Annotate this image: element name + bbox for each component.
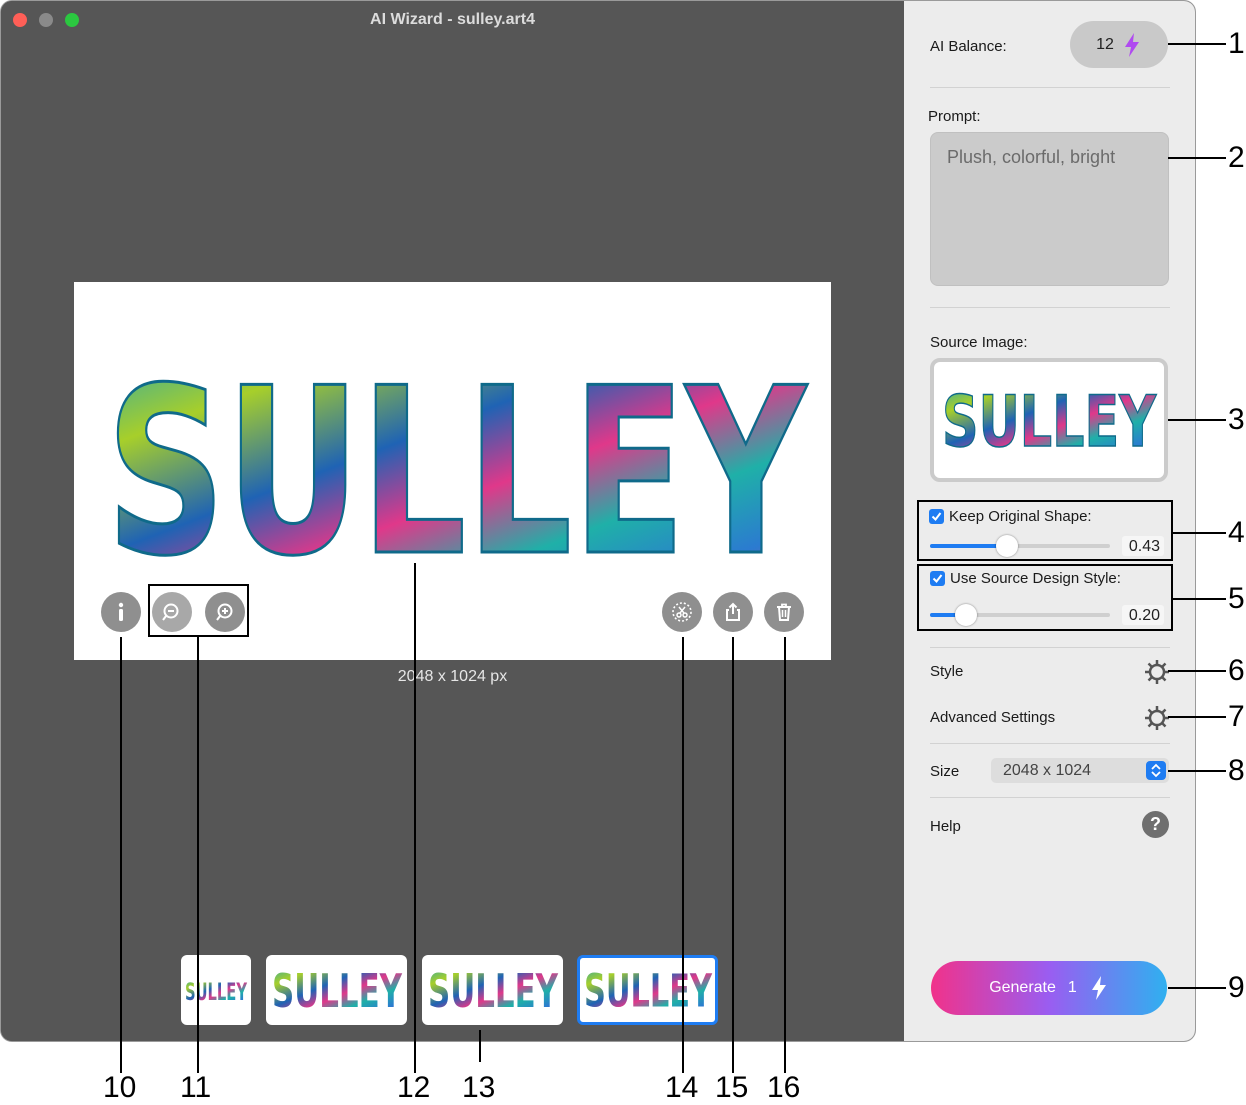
- style-gear-icon[interactable]: [1144, 659, 1170, 685]
- generated-image: SULLEY: [105, 362, 810, 562]
- preview-area: AI Wizard - sulley.art4 SULLEY 2048 x 10…: [1, 1, 904, 1041]
- thumbnail-3[interactable]: SULLEY: [422, 955, 563, 1025]
- image-dimensions: 2048 x 1024 px: [397, 668, 508, 685]
- help-label: Help: [930, 818, 961, 835]
- callout-2: 2: [1228, 141, 1245, 174]
- info-icon: [118, 602, 124, 621]
- divider: [930, 743, 1170, 744]
- source-style-slider-knob[interactable]: [955, 604, 977, 626]
- thumbnail-text: SULLEY: [428, 965, 558, 1015]
- advanced-gear-icon[interactable]: [1144, 705, 1170, 731]
- source-style-label: Use Source Design Style:: [950, 570, 1121, 587]
- share-icon: [726, 602, 740, 621]
- ai-balance-label: AI Balance:: [930, 38, 1007, 55]
- callout-1: 1: [1228, 27, 1245, 60]
- ai-balance-value: 12: [1096, 35, 1114, 53]
- lightning-icon: [1091, 976, 1106, 1000]
- size-select[interactable]: 2048 x 1024: [991, 758, 1169, 783]
- callout-9: 9: [1228, 971, 1245, 1004]
- thumbnail-text: SULLEY: [185, 978, 247, 1006]
- advanced-settings-label: Advanced Settings: [930, 709, 1056, 726]
- prompt-input[interactable]: Plush, colorful, bright: [930, 132, 1169, 286]
- thumbnail-4-selected[interactable]: SULLEY: [577, 955, 718, 1025]
- app-window: AI Wizard - sulley.art4 SULLEY 2048 x 10…: [0, 0, 1196, 1042]
- keep-shape-slider[interactable]: [930, 535, 1110, 557]
- source-image-text: SULLEY: [942, 381, 1157, 460]
- zoom-in-icon: [216, 603, 233, 621]
- checkmark-icon: [932, 574, 943, 584]
- source-image: SULLEY: [941, 380, 1157, 460]
- prompt-label: Prompt:: [928, 108, 981, 125]
- divider: [930, 87, 1170, 88]
- generate-cost: 1: [1067, 979, 1077, 996]
- ai-balance-button[interactable]: 12: [1070, 21, 1168, 68]
- callout-7: 7: [1228, 700, 1245, 733]
- callout-4: 4: [1228, 516, 1245, 549]
- help-icon[interactable]: ?: [1142, 811, 1169, 838]
- callout-6: 6: [1228, 654, 1245, 687]
- thumbnail-text: SULLEY: [583, 965, 712, 1015]
- zoom-out-button[interactable]: [152, 592, 192, 632]
- style-label: Style: [930, 663, 964, 680]
- source-style-value[interactable]: 0.20: [1122, 605, 1164, 625]
- generate-label: Generate: [989, 979, 1056, 996]
- zoom-out-icon: [162, 603, 179, 621]
- thumbnail-2[interactable]: SULLEY: [266, 955, 407, 1025]
- callout-8: 8: [1228, 754, 1245, 787]
- zoom-in-button[interactable]: [205, 592, 245, 632]
- art-text: SULLEY: [106, 362, 808, 562]
- generate-button[interactable]: Generate 1: [931, 961, 1167, 1015]
- keep-shape-checkbox[interactable]: [929, 509, 944, 524]
- chevron-updown-icon: [1146, 761, 1166, 780]
- size-label: Size: [930, 763, 960, 780]
- remove-background-button[interactable]: [662, 592, 702, 632]
- source-style-checkbox[interactable]: [930, 571, 945, 586]
- thumbnail-1[interactable]: SULLEY: [181, 955, 251, 1025]
- divider: [930, 307, 1170, 308]
- delete-button[interactable]: [764, 592, 804, 632]
- source-style-slider[interactable]: [930, 604, 1110, 626]
- source-image-label: Source Image:: [930, 334, 1028, 351]
- settings-panel: AI Balance: 12 Prompt: Plush, colorful, …: [904, 1, 1195, 1041]
- trash-icon: [777, 603, 791, 621]
- keep-shape-value[interactable]: 0.43: [1122, 536, 1164, 556]
- lightning-icon: [1124, 32, 1139, 57]
- thumbnail-text: SULLEY: [272, 965, 402, 1015]
- scissors-icon: [672, 602, 692, 622]
- keep-shape-label: Keep Original Shape:: [949, 508, 1092, 525]
- window-title: AI Wizard - sulley.art4: [370, 11, 535, 28]
- source-image-well[interactable]: SULLEY: [930, 358, 1168, 482]
- size-select-value: 2048 x 1024: [1003, 762, 1092, 779]
- callout-5: 5: [1228, 582, 1245, 615]
- checkmark-icon: [931, 512, 942, 522]
- divider: [930, 797, 1170, 798]
- callout-3: 3: [1228, 403, 1245, 436]
- divider: [930, 647, 1170, 648]
- share-button[interactable]: [713, 592, 753, 632]
- info-button[interactable]: [101, 592, 141, 632]
